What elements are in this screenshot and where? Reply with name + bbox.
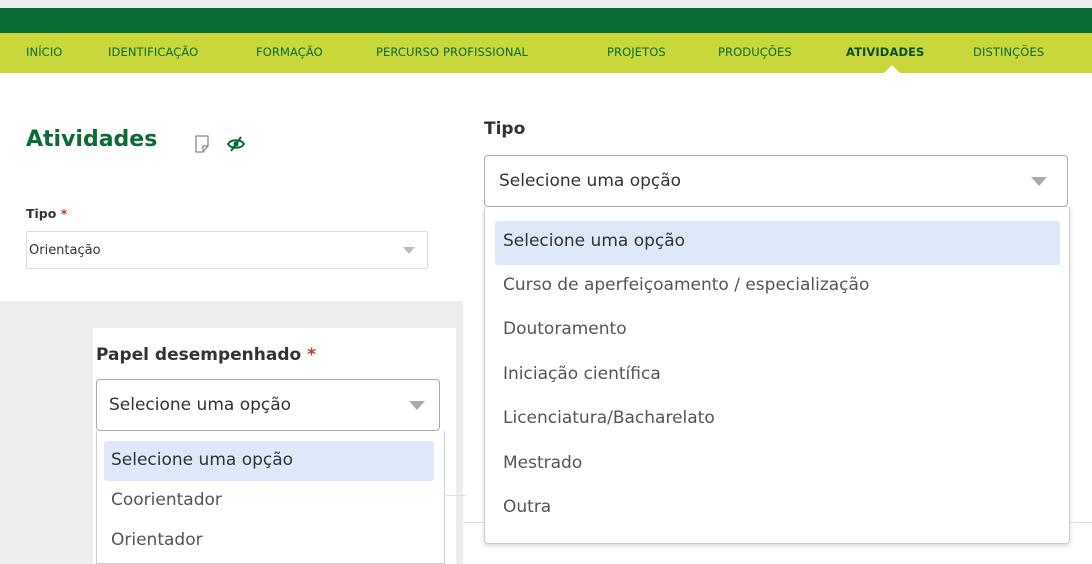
gray-gap-left <box>0 301 93 564</box>
papel-dropdown-menu: Selecione uma opção Coorientador Orienta… <box>96 431 445 564</box>
tipo-select-value: Selecione uma opção <box>499 171 682 191</box>
tipo-option[interactable]: Licenciatura/Bacharelato <box>495 398 1060 442</box>
eye-slash-icon[interactable] <box>227 136 245 152</box>
nav-item-producoes[interactable]: PRODUÇÕES <box>718 45 792 59</box>
tipo-select-value: Orientação <box>29 243 101 258</box>
divider <box>446 495 466 496</box>
nav-item-projetos[interactable]: PROJETOS <box>607 45 666 59</box>
nav-item-formacao[interactable]: FORMAÇÃO <box>256 45 323 59</box>
papel-select[interactable]: Selecione uma opção <box>96 379 440 431</box>
papel-option[interactable]: Orientador <box>104 521 434 561</box>
header-bar <box>0 8 1092 33</box>
papel-select-value: Selecione uma opção <box>109 395 292 415</box>
tipo-option[interactable]: Curso de aperfeiçoamento / especializaçã… <box>495 265 1060 309</box>
nav-item-percurso-profissional[interactable]: PERCURSO PROFISSIONAL <box>376 45 528 59</box>
gray-gap-right <box>456 301 463 564</box>
nav-item-identificacao[interactable]: IDENTIFICAÇÃO <box>108 45 198 59</box>
tipo-option[interactable]: Doutoramento <box>495 309 1060 353</box>
tipo-option[interactable]: Selecione uma opção <box>495 221 1060 265</box>
nav-item-atividades[interactable]: ATIVIDADES <box>846 45 924 59</box>
active-nav-caret <box>884 65 900 73</box>
papel-option[interactable]: Selecione uma opção <box>104 441 434 481</box>
page-title: Atividades <box>26 127 158 152</box>
top-strip <box>0 0 1092 8</box>
required-marker: * <box>307 345 317 365</box>
chevron-down-icon <box>409 401 425 410</box>
tipo-label-small: Tipo * <box>26 206 67 221</box>
papel-option[interactable]: Coorientador <box>104 481 434 521</box>
papel-label-text: Papel desempenhado <box>96 345 302 365</box>
tipo-option[interactable]: Iniciação científica <box>495 354 1060 398</box>
nav-item-inicio[interactable]: INÍCIO <box>26 45 62 59</box>
papel-label: Papel desempenhado * <box>96 345 316 365</box>
tipo-dropdown-menu: Selecione uma opção Curso de aperfeiçoam… <box>484 207 1070 544</box>
chevron-down-icon <box>403 247 415 254</box>
tipo-option[interactable]: Outra <box>495 487 1060 531</box>
tipo-select-small[interactable]: Orientação <box>26 231 428 269</box>
tipo-label: Tipo <box>484 119 526 139</box>
tipo-label-text: Tipo <box>26 206 57 221</box>
tipo-select[interactable]: Selecione uma opção <box>484 155 1068 207</box>
main-nav: INÍCIO IDENTIFICAÇÃO FORMAÇÃO PERCURSO P… <box>0 33 1092 73</box>
doc-icon[interactable] <box>195 135 209 153</box>
nav-item-distincoes[interactable]: DISTINÇÕES <box>973 45 1044 59</box>
tipo-option[interactable]: Mestrado <box>495 443 1060 487</box>
chevron-down-icon <box>1031 177 1047 186</box>
required-marker: * <box>60 206 68 221</box>
